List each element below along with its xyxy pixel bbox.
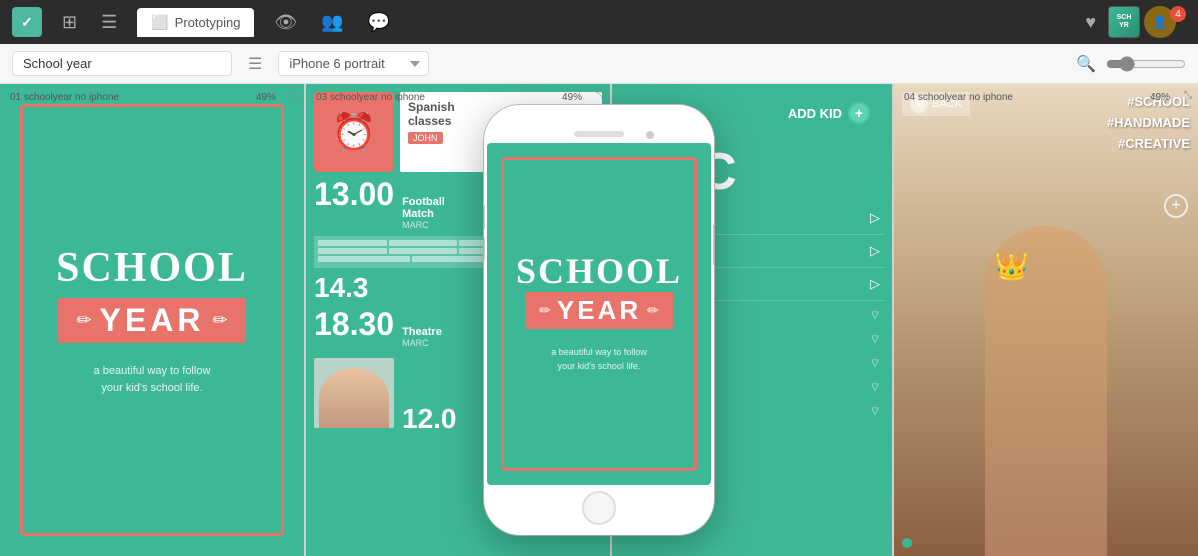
app-logo[interactable]: ✓ bbox=[12, 7, 42, 37]
frame-panel-4: 04 schoolyear no iphone 49% ⤡ 👑 ④ BACK #… bbox=[894, 84, 1198, 556]
screen2-marc-1: MARC bbox=[402, 220, 445, 230]
screen1-border bbox=[20, 104, 284, 536]
screen2-match-title: Match bbox=[402, 208, 445, 220]
football-chevron: ▷ bbox=[870, 210, 880, 226]
screen2-time-120: 12.0 bbox=[402, 403, 457, 435]
phone-vol-up-button bbox=[484, 205, 485, 229]
thumbnail-text: SCHYR bbox=[1115, 12, 1134, 31]
toolbar-right: ♥ SCHYR 👤 4 bbox=[1085, 6, 1186, 38]
menu-chevron: ▷ bbox=[870, 243, 880, 259]
project-name-input[interactable] bbox=[12, 51, 232, 76]
grid-icon[interactable]: ⊞ bbox=[58, 8, 81, 37]
hamburger-icon[interactable]: ☰ bbox=[242, 52, 268, 76]
main-toolbar: ✓ ⊞ ☰ ⬜ Prototyping 👁 👥 💬 ♥ SCHYR 👤 4 bbox=[0, 0, 1198, 44]
zoom-slider[interactable] bbox=[1106, 56, 1186, 72]
frame4-label: 04 schoolyear no iphone bbox=[904, 92, 1168, 103]
preview-icon[interactable]: 👁 bbox=[270, 8, 301, 37]
frame2-expand-icon[interactable]: ⤡ bbox=[596, 90, 604, 101]
phone-top-bar bbox=[484, 117, 714, 143]
phone-home-button[interactable] bbox=[582, 491, 616, 525]
phone-speaker bbox=[574, 131, 624, 137]
phone-vol-down-button bbox=[484, 237, 485, 261]
phone-camera bbox=[646, 131, 654, 139]
phone-screen-border bbox=[501, 157, 697, 471]
screen2-football-title: Football bbox=[402, 196, 445, 208]
screen4-content: 👑 ④ BACK #SCHOOL#HANDMADE#CREATIVE + bbox=[894, 84, 1198, 556]
prototyping-tab[interactable]: ⬜ Prototyping bbox=[137, 8, 254, 37]
comment-icon[interactable]: 💬 bbox=[364, 8, 394, 37]
nu-expand-icon: ▽ bbox=[871, 358, 880, 369]
add-kid-label: ADD KID bbox=[788, 106, 842, 121]
collaborate-icon[interactable]: 👥 bbox=[317, 8, 347, 37]
frame1-expand-icon[interactable]: ⤡ bbox=[290, 90, 298, 101]
screen2-time-1300: 13.00 bbox=[314, 178, 394, 210]
screen2-photo-face bbox=[319, 368, 389, 428]
notification-badge: 4 bbox=[1170, 6, 1186, 22]
activities-expand-icon: ▽ bbox=[871, 334, 880, 345]
frame4-expand-icon[interactable]: ⤡ bbox=[1184, 90, 1192, 101]
screen2-theatre-info: Theatre MARC bbox=[402, 326, 442, 348]
screen1-content: SCHOOL ✏ YEAR ✏ a beautiful way to follo… bbox=[0, 84, 304, 556]
theatre-chevron: ▷ bbox=[870, 276, 880, 292]
secondary-toolbar: ☰ iPhone 6 portrait iPhone 6 landscape i… bbox=[0, 44, 1198, 84]
phone-screen: SCHOOL ✏ YEAR ✏ a beautiful way to follo… bbox=[487, 143, 711, 485]
frame2-label: 03 schoolyear no iphone bbox=[316, 92, 580, 103]
cell-2-1 bbox=[318, 248, 387, 254]
classes-expand-icon: ▽ bbox=[871, 310, 880, 321]
screen2-time-1830: 18.30 bbox=[314, 308, 394, 340]
screen2-marc-2: MARC bbox=[402, 338, 442, 348]
screen2-theatre-title: Theatre bbox=[402, 326, 442, 338]
phone-side-button bbox=[713, 225, 714, 265]
logo-icon: ✓ bbox=[21, 14, 33, 31]
frame4-percent: 49% bbox=[1150, 92, 1170, 103]
canvas: 01 schoolyear no iphone 49% ⤡ SCHOOL ✏ Y… bbox=[0, 84, 1198, 556]
avatar-group: SCHYR 👤 4 bbox=[1108, 6, 1186, 38]
screen2-john-badge: JOHN bbox=[408, 132, 443, 144]
heart-icon[interactable]: ♥ bbox=[1085, 12, 1096, 33]
cell-1-2 bbox=[389, 240, 458, 246]
project-thumbnail: SCHYR bbox=[1108, 6, 1140, 38]
list-icon[interactable]: ☰ bbox=[97, 8, 121, 37]
screen2-photo bbox=[314, 358, 394, 428]
frame1-label: 01 schoolyear no iphone bbox=[10, 92, 274, 103]
avatar-icon: 👤 bbox=[1153, 15, 1168, 29]
center-phone: SCHOOL ✏ YEAR ✏ a beautiful way to follo… bbox=[484, 105, 714, 535]
device-select[interactable]: iPhone 6 portrait iPhone 6 landscape iPa… bbox=[278, 51, 429, 76]
screen2-football-info: Football Match MARC bbox=[402, 196, 445, 230]
frame4-resize-handle[interactable] bbox=[902, 538, 912, 548]
frame2-percent: 49% bbox=[562, 92, 582, 103]
search-icon[interactable]: 🔍 bbox=[1076, 54, 1096, 74]
frame1-percent: 49% bbox=[256, 92, 276, 103]
add-kid-button[interactable]: ADD KID + bbox=[778, 96, 880, 130]
screen2-alarm-icon: ⏰ bbox=[314, 92, 394, 172]
cell-2-2 bbox=[389, 248, 458, 254]
acts-expand-icon: ▽ bbox=[871, 382, 880, 393]
frame2-resize-handle[interactable] bbox=[314, 538, 324, 548]
cell-1-1 bbox=[318, 240, 387, 246]
videos-expand-icon: ▽ bbox=[871, 406, 880, 417]
cell-3-1 bbox=[318, 256, 410, 262]
screen4-plus-button[interactable]: + bbox=[1164, 194, 1188, 218]
phone-frame: SCHOOL ✏ YEAR ✏ a beautiful way to follo… bbox=[484, 105, 714, 535]
frame1-resize-handle[interactable] bbox=[8, 538, 18, 548]
frame-panel-1: 01 schoolyear no iphone 49% ⤡ SCHOOL ✏ Y… bbox=[0, 84, 304, 556]
add-circle-icon: + bbox=[848, 102, 870, 124]
screen4-kid-crown: 👑 bbox=[994, 249, 1029, 282]
prototyping-label: Prototyping bbox=[175, 15, 241, 30]
prototype-icon: ⬜ bbox=[151, 14, 168, 31]
